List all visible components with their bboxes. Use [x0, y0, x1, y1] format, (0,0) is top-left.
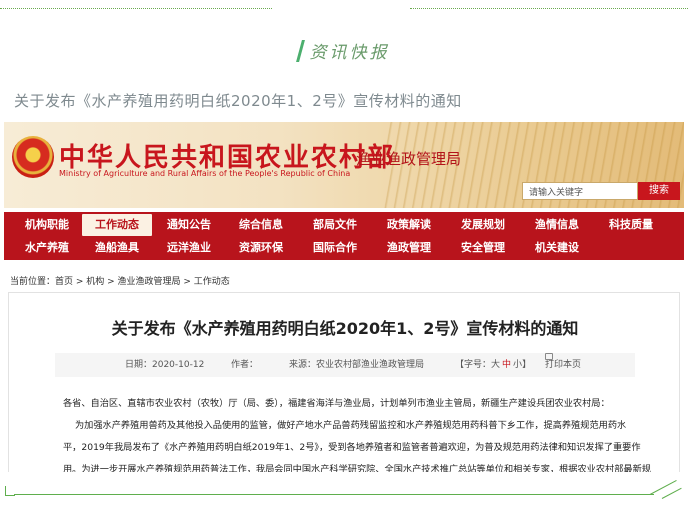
nav-row-1: 机构职能 工作动态 通知公告 综合信息 部局文件 政策解读 发展规划 渔情信息 …: [4, 214, 684, 236]
font-size-medium[interactable]: 中: [502, 360, 511, 370]
section-title: 资讯快报: [309, 43, 390, 63]
slash-icon: [295, 39, 305, 62]
nav-item-active[interactable]: 工作动态: [82, 214, 152, 236]
paragraph-line: 为加强水产养殖用兽药及其他投入品使用的监管，做好产地水产品兽药残留监控和水产养殖…: [75, 420, 627, 431]
site-banner: 中华人民共和国农业农村部 Ministry of Agriculture and…: [4, 122, 684, 208]
nav-item[interactable]: 国际合作: [300, 237, 370, 259]
font-size-suffix: 】: [522, 360, 532, 370]
paragraph-line: 平，2019年我局发布了《水产养殖用药明白纸2019年1、2号》，受到各地养殖者…: [63, 442, 641, 453]
font-size-prefix: 【字号：: [455, 360, 492, 370]
nav-item[interactable]: 政策解读: [374, 214, 444, 236]
article-title-link[interactable]: 关于发布《水产养殖用药明白纸2020年1、2号》宣传材料的通知: [14, 90, 462, 111]
nav-item[interactable]: 资源环保: [226, 237, 296, 259]
nav-item[interactable]: 部局文件: [300, 214, 370, 236]
section-header: 资讯快报: [0, 38, 688, 63]
bureau-name: 渔业渔政管理局: [356, 150, 462, 168]
print-label: 打印本页: [545, 360, 582, 370]
printer-icon: [545, 353, 553, 360]
font-size-control: 【字号：大中小】: [455, 353, 531, 377]
rule-diagonal: [661, 487, 682, 499]
top-dotted-rule-right: [410, 8, 688, 9]
nav-item[interactable]: 渔情信息: [522, 214, 592, 236]
breadcrumb: 当前位置：首页 > 机构 > 渔业渔政管理局 > 工作动态: [10, 277, 230, 287]
nav-item[interactable]: 综合信息: [226, 214, 296, 236]
search-button[interactable]: 搜索: [638, 182, 680, 200]
nav-item[interactable]: 安全管理: [448, 237, 518, 259]
print-button[interactable]: 打印本页: [545, 353, 581, 377]
search-input[interactable]: 请输入关键字: [522, 182, 638, 200]
paragraph-line: 各省、自治区、直辖市农业农村（农牧）厅（局、委），福建省海洋与渔业局，计划单列市…: [63, 398, 610, 409]
source-label: 来源：农业农村部渔业渔政管理局: [289, 360, 425, 370]
nav-item[interactable]: 通知公告: [154, 214, 224, 236]
font-size-small[interactable]: 小: [513, 360, 522, 370]
nav-item[interactable]: 渔船渔具: [82, 237, 152, 259]
article-screenshot: 中华人民共和国农业农村部 Ministry of Agriculture and…: [4, 122, 684, 472]
top-dotted-rule-left: [0, 8, 272, 9]
article-meta-bar: 日期：2020-10-12 作者： 来源：农业农村部渔业渔政管理局 【字号：大中…: [55, 353, 635, 377]
bottom-decorative-rule: [0, 479, 688, 506]
main-nav: 机构职能 工作动态 通知公告 综合信息 部局文件 政策解读 发展规划 渔情信息 …: [4, 212, 684, 260]
paragraph-line: 用。为进一步开展水产养殖规范用药普法工作，我局会同中国水产科学研究院、全国水产技…: [63, 464, 651, 472]
national-emblem-icon: [12, 136, 54, 178]
rule-line: [14, 494, 654, 495]
nav-item[interactable]: 远洋渔业: [154, 237, 224, 259]
nav-item[interactable]: 发展规划: [448, 214, 518, 236]
article-card: 关于发布《水产养殖用药明白纸2020年1、2号》宣传材料的通知 日期：2020-…: [8, 292, 680, 472]
nav-item[interactable]: 机构职能: [12, 214, 82, 236]
author-label: 作者：: [231, 360, 259, 370]
ministry-name-en: Ministry of Agriculture and Rural Affair…: [59, 169, 351, 178]
page-title: 关于发布《水产养殖用药明白纸2020年1、2号》宣传材料的通知: [111, 319, 579, 338]
nav-item[interactable]: 渔政管理: [374, 237, 444, 259]
nav-item[interactable]: 水产养殖: [12, 237, 82, 259]
nav-item[interactable]: 机关建设: [522, 237, 592, 259]
nav-row-2: 水产养殖 渔船渔具 远洋渔业 资源环保 国际合作 渔政管理 安全管理 机关建设: [4, 237, 684, 259]
publish-date: 日期：2020-10-12: [125, 360, 205, 370]
font-size-large[interactable]: 大: [491, 360, 500, 370]
nav-item[interactable]: 科技质量: [596, 214, 666, 236]
